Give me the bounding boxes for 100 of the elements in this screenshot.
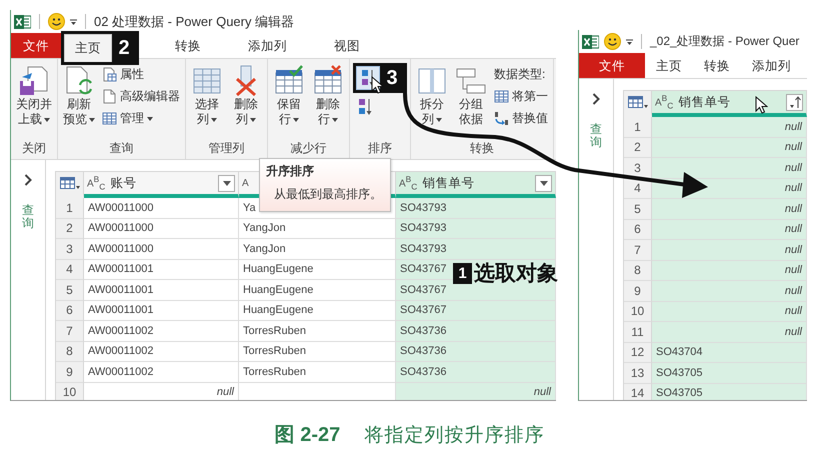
step-number: 2 [112, 34, 136, 62]
table-cell: HuangEugene [239, 260, 396, 280]
table-cell: AW00011000 [84, 218, 239, 239]
figure-caption: 将指定列按升序排序 [364, 422, 544, 448]
table-cell: null [396, 382, 556, 400]
table-cell: SO43793 [396, 198, 556, 218]
row-number: 2 [56, 218, 84, 239]
ribbon-tab[interactable]: 添加列 [237, 33, 298, 58]
row-number: 7 [624, 240, 652, 260]
row-number: 1 [624, 117, 652, 138]
table-cell: SO43736 [396, 362, 556, 382]
expand-icon[interactable] [592, 93, 600, 105]
caret-icon [540, 180, 548, 186]
ribbon-button[interactable]: 将第一 [492, 87, 550, 106]
table-menu-icon[interactable] [60, 176, 80, 190]
ribbon-tab[interactable]: 转换 [693, 53, 741, 78]
row-number: 1 [56, 198, 84, 218]
table-menu-icon[interactable] [628, 96, 648, 108]
column-title: 账号 [110, 174, 136, 192]
step-number: 3 [380, 66, 404, 90]
ribbon-button[interactable]: 拆分 列 [414, 63, 450, 129]
row-number: 6 [624, 220, 652, 240]
column-header[interactable]: A$^{B}$$_{C}$ 销售单号 [652, 91, 807, 117]
column-title: 销售单号 [678, 94, 730, 110]
ribbon-button[interactable]: 关闭并 上载 [14, 63, 54, 129]
row-number: 5 [56, 280, 84, 300]
row-number: 8 [56, 342, 84, 362]
sort-descending-icon [358, 98, 372, 116]
row-number: 13 [624, 363, 652, 384]
ribbon-button[interactable]: 高级编辑器 [100, 87, 182, 106]
text-type-icon: A [242, 178, 249, 188]
file-tab[interactable]: 文件 [579, 53, 645, 78]
table-cell: SO43705 [652, 384, 807, 400]
ribbon-tab[interactable]: 视图 [323, 33, 371, 58]
table-cell: AW00011000 [84, 239, 239, 260]
group-label: 管理列 [208, 140, 246, 157]
table-cell: SO43705 [652, 363, 807, 384]
group-label: 查询 [108, 140, 134, 157]
table-cell: SO43767 [396, 300, 556, 321]
row-number: 6 [56, 300, 84, 321]
floppy-disk-icon [18, 65, 50, 97]
table-cell: SO43704 [652, 342, 807, 363]
row-number: 10 [624, 302, 652, 322]
expand-icon[interactable] [24, 174, 32, 186]
caret-icon [222, 180, 230, 186]
row-number: 8 [624, 260, 652, 281]
table-cell: null [652, 302, 807, 322]
table-cell: SO43793 [396, 239, 556, 260]
table-cell: AW00011002 [84, 321, 239, 342]
filter-button[interactable] [786, 94, 803, 110]
sort-ascending-icon [788, 96, 800, 108]
table-cell: HuangEugene [239, 300, 396, 321]
ribbon-button[interactable]: 管理 [100, 109, 182, 128]
table-cell: null [84, 382, 239, 400]
row-number: 4 [624, 178, 652, 199]
ribbon-button[interactable]: 属性 [100, 65, 182, 84]
window-title: _02_处理数据 - Power Quer [650, 33, 800, 50]
ribbon-tab[interactable]: 添加列 [741, 53, 802, 78]
ribbon-button[interactable]: 数据类型: [492, 65, 550, 84]
column-header[interactable]: A$^{B}$$_{C}$ 账号 [84, 172, 239, 198]
replace-values-icon [494, 111, 509, 126]
row-number: 9 [624, 281, 652, 302]
table-cell: AW00011001 [84, 280, 239, 300]
table-cell: YangJon [239, 218, 396, 239]
row-number: 4 [56, 260, 84, 280]
ribbon-button[interactable]: 分组 依据 [453, 63, 489, 129]
table-cell: AW00011000 [84, 198, 239, 218]
smiley-icon [604, 33, 621, 50]
ribbon-button[interactable]: 刷新 预览 [61, 63, 97, 129]
ribbon-button[interactable]: 保留 行 [271, 63, 307, 129]
customize-icon[interactable] [70, 18, 77, 26]
excel-icon [14, 14, 31, 30]
ribbon-button[interactable]: 删除 列 [228, 63, 264, 129]
ribbon-tab[interactable]: 主页 [64, 34, 112, 62]
table-cell: null [652, 158, 807, 178]
column-header[interactable]: A$^{B}$$_{C}$ 销售单号 [396, 172, 556, 198]
group-label: 排序 [367, 140, 393, 157]
table-cell: TorresRuben [239, 342, 396, 362]
row-number: 14 [624, 384, 652, 400]
smiley-icon [48, 13, 65, 30]
table-cell: null [652, 138, 807, 158]
table-cell: AW00011001 [84, 260, 239, 280]
file-tab[interactable]: 文件 [11, 33, 61, 58]
table-cell: AW00011002 [84, 362, 239, 382]
table-cell: SO43793 [396, 218, 556, 239]
ribbon-button[interactable]: 删除 行 [310, 63, 346, 129]
window-title: 02 处理数据 - Power Query 编辑器 [94, 12, 294, 30]
ribbon-tab[interactable]: 转换 [164, 33, 212, 58]
ribbon-button[interactable]: 选择 列 [189, 63, 225, 129]
filter-button[interactable] [535, 174, 552, 192]
table-cell: null [652, 199, 807, 220]
ribbon-tab[interactable]: 主页 [645, 53, 693, 78]
ribbon-button[interactable]: 替换值 [492, 109, 550, 128]
filter-button[interactable] [218, 174, 235, 192]
table-cell: null [652, 281, 807, 302]
queries-pane-label[interactable]: 查询 [590, 123, 602, 150]
customize-icon[interactable] [626, 38, 633, 46]
row-number: 10 [56, 382, 84, 400]
table-icon [102, 111, 117, 126]
queries-pane-label[interactable]: 查询 [22, 204, 34, 230]
